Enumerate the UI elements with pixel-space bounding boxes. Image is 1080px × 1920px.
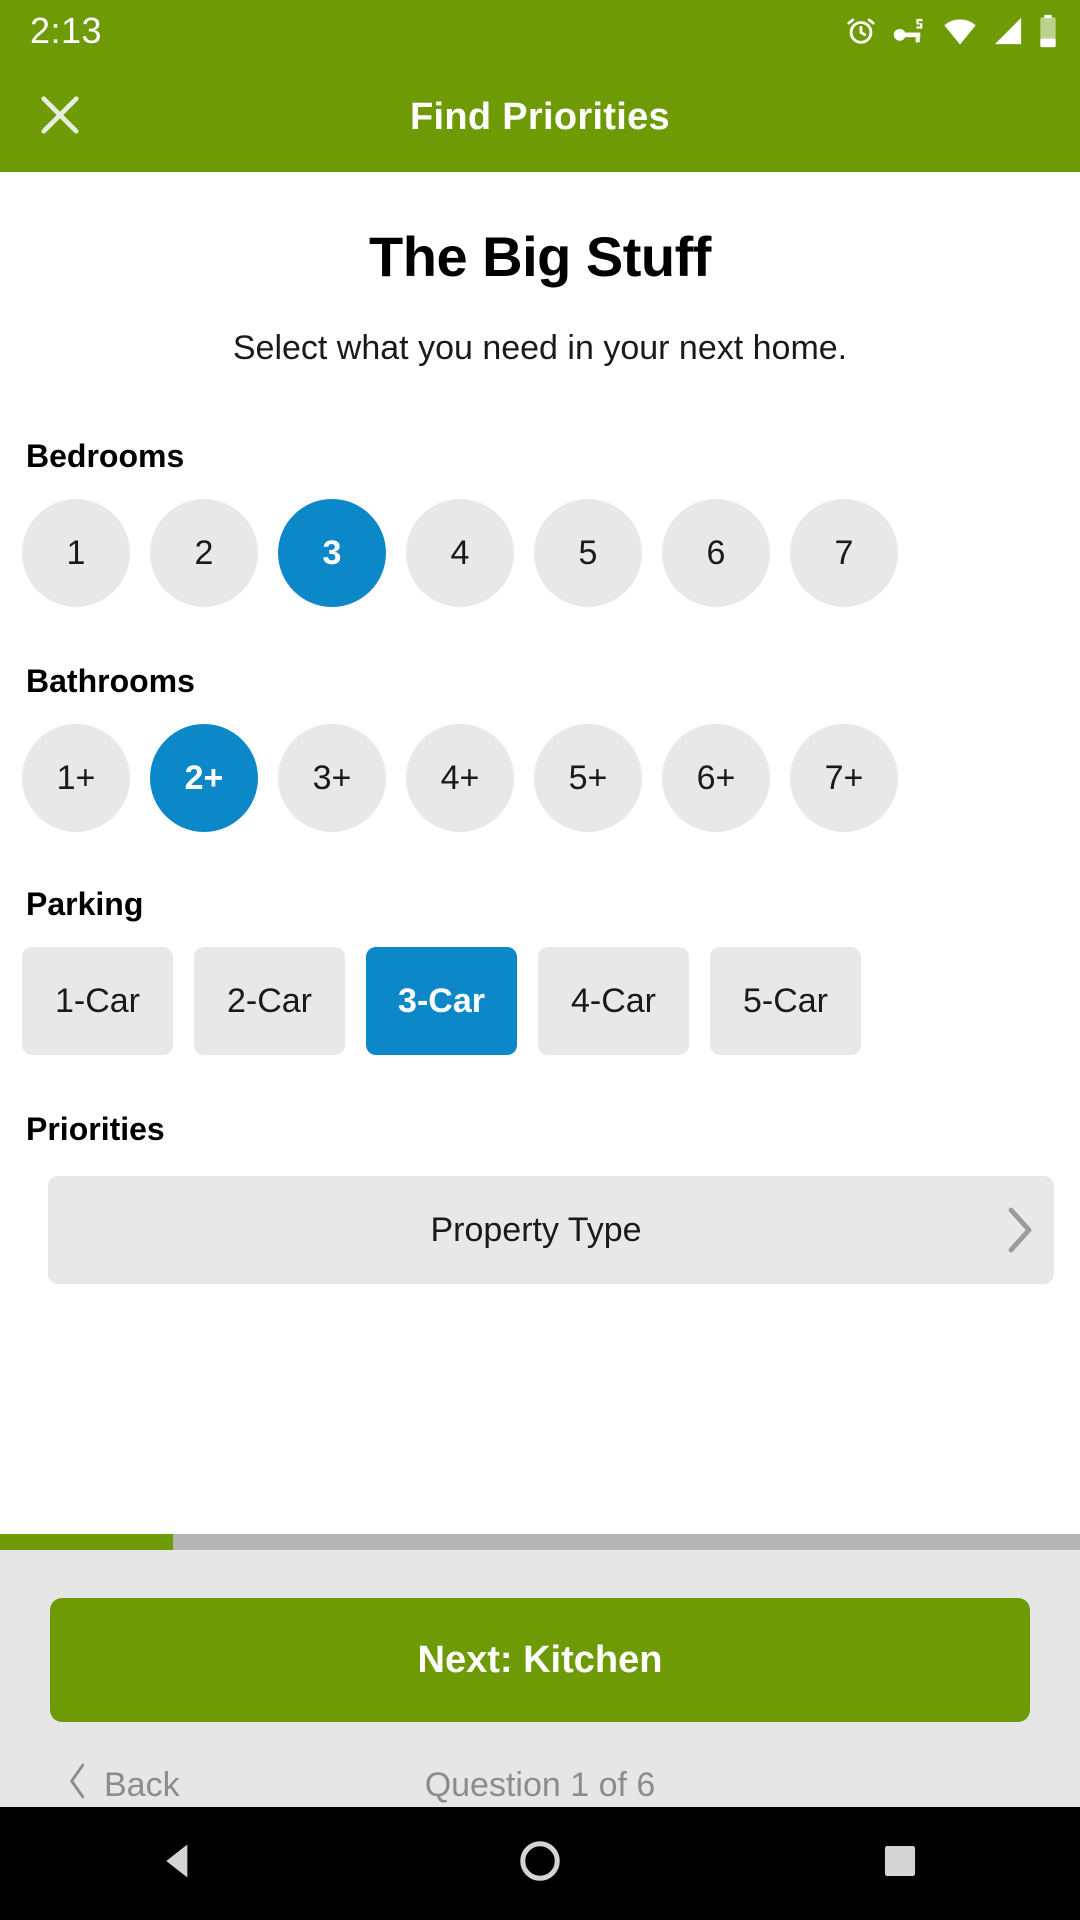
- bathrooms-option-7[interactable]: 7+: [790, 724, 898, 832]
- section-label-bedrooms: Bedrooms: [26, 438, 185, 474]
- bathrooms-option-1[interactable]: 1+: [22, 724, 130, 832]
- bedrooms-option-row: 1 2 3 4 5 6 7: [0, 499, 1080, 607]
- section-bathrooms: Bathrooms 1+ 2+ 3+ 4+ 5+ 6+ 7+: [0, 663, 1080, 832]
- android-nav-bar: [0, 1807, 1080, 1920]
- page-title: The Big Stuff: [369, 225, 711, 288]
- cell-signal-icon: [992, 16, 1024, 46]
- bedrooms-option-3[interactable]: 3: [278, 499, 386, 607]
- alarm-clock-icon: [844, 14, 878, 48]
- nav-home-button[interactable]: [465, 1807, 615, 1920]
- bedrooms-option-5[interactable]: 5: [534, 499, 642, 607]
- battery-icon: [1038, 14, 1058, 48]
- section-label-bathrooms: Bathrooms: [26, 663, 195, 699]
- bottom-nav: Back Question 1 of 6: [0, 1750, 1080, 1820]
- circle-home-icon: [517, 1838, 563, 1889]
- section-priorities: Priorities Property Type: [0, 1111, 1080, 1284]
- parking-option-2-car[interactable]: 2-Car: [194, 947, 345, 1055]
- parking-option-4-car[interactable]: 4-Car: [538, 947, 689, 1055]
- progress-bar-track: [0, 1534, 1080, 1550]
- nav-recents-button[interactable]: [825, 1807, 975, 1920]
- bedrooms-option-2[interactable]: 2: [150, 499, 258, 607]
- status-bar-icons: [844, 14, 1058, 48]
- parking-option-1-car[interactable]: 1-Car: [22, 947, 173, 1055]
- bathrooms-option-row: 1+ 2+ 3+ 4+ 5+ 6+ 7+: [0, 724, 1080, 832]
- parking-option-row: 1-Car 2-Car 3-Car 4-Car 5-Car: [0, 947, 1080, 1055]
- section-label-parking: Parking: [26, 886, 144, 922]
- app-bar: Find Priorities: [0, 62, 1080, 172]
- app-screen: 2:13 Find Priorities The Big Stuff Selec…: [0, 0, 1080, 1920]
- section-bedrooms: Bedrooms 1 2 3 4 5 6 7: [0, 438, 1080, 607]
- bedrooms-option-4[interactable]: 4: [406, 499, 514, 607]
- nav-back-button[interactable]: [105, 1807, 255, 1920]
- parking-option-3-car[interactable]: 3-Car: [366, 947, 517, 1055]
- priority-row-property-type[interactable]: Property Type: [48, 1176, 1054, 1284]
- back-button[interactable]: Back: [0, 1762, 180, 1809]
- bedrooms-option-7[interactable]: 7: [790, 499, 898, 607]
- section-parking: Parking 1-Car 2-Car 3-Car 4-Car 5-Car: [0, 886, 1080, 1055]
- bathrooms-option-3[interactable]: 3+: [278, 724, 386, 832]
- progress-bar-fill: [0, 1534, 173, 1550]
- bathrooms-option-5[interactable]: 5+: [534, 724, 642, 832]
- square-recents-icon: [881, 1842, 919, 1885]
- priority-label: Property Type: [430, 1210, 642, 1249]
- app-bar-title: Find Priorities: [410, 95, 670, 138]
- chevron-left-icon: [66, 1762, 90, 1809]
- status-bar-clock: 2:13: [30, 10, 103, 51]
- bathrooms-option-2[interactable]: 2+: [150, 724, 258, 832]
- status-bar: 2:13: [0, 0, 1080, 62]
- chevron-right-icon: [984, 1204, 1054, 1256]
- triangle-back-icon: [158, 1839, 202, 1888]
- bathrooms-option-6[interactable]: 6+: [662, 724, 770, 832]
- wifi-icon: [942, 16, 978, 46]
- bathrooms-option-4[interactable]: 4+: [406, 724, 514, 832]
- next-button[interactable]: Next: Kitchen: [50, 1598, 1030, 1722]
- parking-option-5-car[interactable]: 5-Car: [710, 947, 861, 1055]
- back-button-label: Back: [104, 1765, 180, 1804]
- vpn-key-icon: [892, 15, 928, 47]
- page-subtitle: Select what you need in your next home.: [232, 329, 848, 367]
- main-content: The Big Stuff Select what you need in yo…: [0, 172, 1080, 1534]
- close-button[interactable]: [12, 69, 108, 165]
- section-label-priorities: Priorities: [26, 1111, 165, 1147]
- bottom-panel: Next: Kitchen Back Question 1 of 6: [0, 1550, 1080, 1807]
- close-icon: [34, 89, 86, 146]
- bedrooms-option-1[interactable]: 1: [22, 499, 130, 607]
- bedrooms-option-6[interactable]: 6: [662, 499, 770, 607]
